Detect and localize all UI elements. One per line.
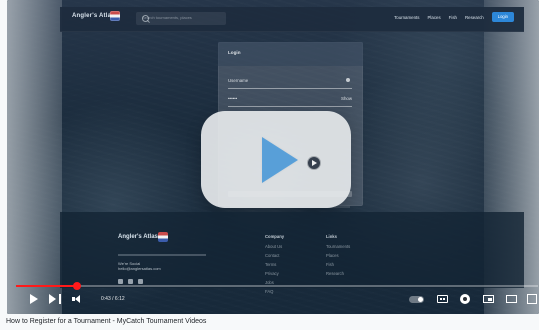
footer-brand: Angler's Atlas — [118, 234, 158, 240]
volume-icon — [71, 294, 83, 304]
settings-button[interactable] — [457, 290, 473, 308]
footer-links-item: Research — [326, 271, 344, 276]
footer-links-item: Fish — [326, 262, 334, 267]
show-password-link: Show — [341, 96, 352, 101]
autoplay-toggle[interactable] — [405, 290, 427, 308]
autoplay-toggle-icon — [408, 295, 424, 303]
footer-links-column: Links Tournaments Places Fish Research — [326, 234, 350, 280]
captions-icon — [436, 295, 448, 303]
miniplayer-button[interactable] — [480, 290, 496, 308]
password-field: •••••• Show — [228, 95, 352, 107]
nav-places: Places — [427, 14, 441, 20]
footer-contact: We're Social hello@anglersatlas.com — [118, 261, 161, 271]
footer-company-item: Contact — [265, 253, 280, 258]
fullscreen-button[interactable] — [526, 290, 538, 308]
footer-flag-icon — [158, 232, 168, 242]
login-card-header: Login — [218, 42, 363, 66]
footer-company-item: About Us — [265, 244, 283, 249]
login-title: Login — [228, 50, 241, 55]
progress-scrubber[interactable] — [72, 282, 81, 290]
search-icon — [142, 15, 149, 22]
miniplayer-icon — [482, 295, 494, 303]
theater-mode-button[interactable] — [503, 290, 519, 308]
secondary-play-icon — [307, 156, 321, 170]
video-player[interactable]: Angler's Atlas Search tournaments, place… — [7, 0, 539, 314]
embedded-search-bar: Search tournaments, places — [136, 12, 226, 25]
site-brand: Angler's Atlas — [72, 13, 115, 19]
instagram-icon — [128, 279, 133, 284]
footer-divider — [118, 254, 206, 256]
footer-links-item: Tournaments — [326, 244, 351, 249]
next-button[interactable] — [48, 290, 62, 308]
gear-icon — [460, 294, 470, 304]
nav-login-button: Login — [491, 12, 514, 23]
captions-button[interactable] — [434, 290, 450, 308]
nav-tournaments: Tournaments — [394, 14, 420, 20]
twitter-icon — [138, 279, 143, 284]
footer-company-title: Company — [265, 234, 285, 239]
password-value: •••••• — [228, 96, 238, 101]
video-page: Angler's Atlas Search tournaments, place… — [0, 0, 539, 330]
brand-flag-icon — [110, 11, 120, 21]
nav-fish: Fish — [448, 14, 457, 20]
footer-links-item: Places — [326, 253, 339, 258]
footer-company-item: Terms — [265, 262, 277, 267]
player-controls: 0:43 / 6:12 — [17, 290, 537, 308]
progress-played — [16, 285, 77, 287]
play-button[interactable] — [27, 290, 41, 308]
embedded-site-header: Angler's Atlas Search tournaments, place… — [60, 7, 524, 32]
facebook-icon — [118, 279, 123, 284]
time-display: 0:43 / 6:12 — [101, 296, 125, 302]
footer-links-title: Links — [326, 234, 337, 239]
footer-company-column: Company About Us Contact Terms Privacy J… — [265, 234, 284, 298]
username-label: Username — [228, 78, 249, 83]
next-icon — [49, 294, 61, 304]
footer-social-icons — [118, 279, 143, 284]
volume-button[interactable] — [69, 290, 85, 308]
video-title: How to Register for a Tournament - MyCat… — [6, 318, 207, 325]
footer-company-item: Privacy — [265, 271, 279, 276]
username-field: Username — [228, 77, 352, 89]
progress-bar[interactable] — [16, 282, 538, 290]
embedded-site-footer: Angler's Atlas We're Social hello@angler… — [60, 212, 524, 294]
embedded-site-nav: Tournaments Places Fish Research Login — [394, 12, 514, 23]
user-icon — [346, 78, 350, 82]
theater-mode-icon — [505, 295, 517, 303]
nav-research: Research — [464, 14, 484, 20]
fullscreen-icon — [527, 294, 537, 304]
search-placeholder: Search tournaments, places — [142, 15, 192, 20]
play-icon — [30, 294, 38, 304]
footer-contact-line-2: hello@anglersatlas.com — [118, 266, 161, 272]
large-play-button[interactable] — [201, 111, 351, 208]
